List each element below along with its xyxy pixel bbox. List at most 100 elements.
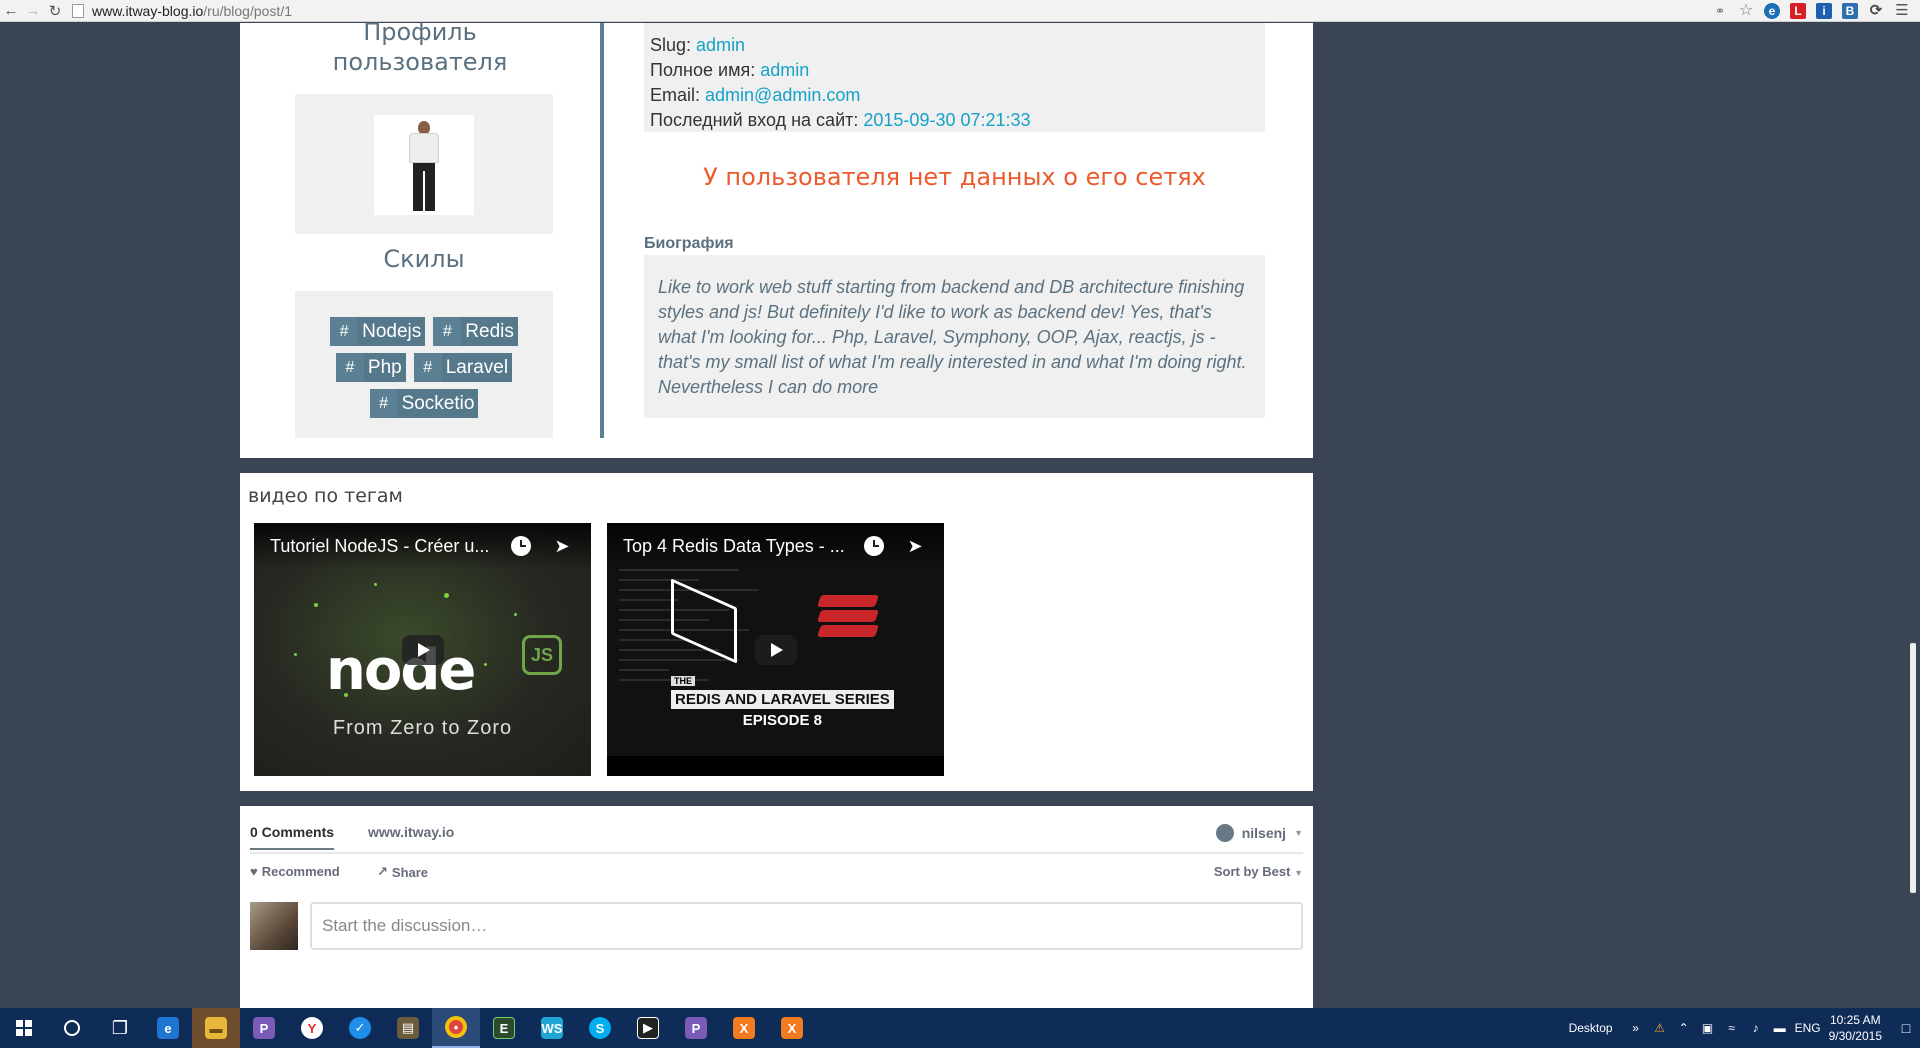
user-name: nilsenj xyxy=(1241,825,1287,841)
play-button[interactable] xyxy=(401,634,444,665)
system-tray: Desktop » ⚠ ⌃ ▣ ≈ ♪ ▬ ENG 10:25 AM 9/30/… xyxy=(1569,1008,1920,1048)
vk-extension-icon[interactable]: B xyxy=(1842,2,1858,19)
tag-laravel[interactable]: # Laravel xyxy=(413,353,513,382)
chrome-browser-icon[interactable]: • xyxy=(432,1008,480,1048)
video-title[interactable]: Top 4 Redis Data Types - ... xyxy=(623,536,864,557)
no-networks-message: У пользователя нет данных о его сетях xyxy=(703,163,1206,191)
back-arrow-icon[interactable]: ← xyxy=(0,1,22,21)
wifi-icon[interactable]: ≈ xyxy=(1723,1021,1741,1035)
tag-hash: # xyxy=(442,322,452,340)
page-scrollbar[interactable] xyxy=(1906,23,1920,1008)
series-title: REDIS AND LARAVEL SERIES xyxy=(671,690,894,709)
share-box-icon: ↗ xyxy=(377,864,388,879)
lastpass-extension-icon[interactable]: L xyxy=(1790,2,1806,19)
phpstorm-icon[interactable]: P xyxy=(240,1008,288,1048)
media-app-icon[interactable]: ▶ xyxy=(624,1008,672,1048)
browser-toolbar: ← → ↻ www.itway-blog.io /ru/blog/post/1 … xyxy=(0,0,1920,22)
watch-later-icon[interactable] xyxy=(511,536,531,556)
tag-nodejs[interactable]: # Nodejs xyxy=(330,317,426,346)
play-button[interactable] xyxy=(754,634,797,665)
recommend-button[interactable]: ♥ Recommend xyxy=(250,864,340,879)
tag-label: Php xyxy=(363,353,406,382)
user-menu[interactable]: nilsenj ▼ xyxy=(1215,824,1303,842)
series-the: THE xyxy=(671,676,695,686)
reload-icon[interactable]: ↻ xyxy=(44,1,66,21)
biography-text: Like to work web stuff starting from bac… xyxy=(644,255,1265,418)
sync-extension-icon[interactable]: ⟳ xyxy=(1868,2,1884,19)
chevron-right-icon[interactable]: » xyxy=(1627,1021,1645,1035)
email-value[interactable]: admin@admin.com xyxy=(705,85,860,105)
battery-icon[interactable]: ▣ xyxy=(1699,1021,1717,1035)
language-indicator[interactable]: ENG xyxy=(1795,1021,1821,1035)
webstorm-icon[interactable]: WS xyxy=(528,1008,576,1048)
clock-time: 10:25 AM xyxy=(1829,1013,1881,1027)
avatar xyxy=(374,115,474,215)
recommend-label: Recommend xyxy=(261,864,340,879)
clock[interactable]: 10:25 AM 9/30/2015 xyxy=(1829,1012,1882,1044)
xampp-2-icon[interactable]: X xyxy=(768,1008,816,1048)
series-label: THE REDIS AND LARAVEL SERIES EPISODE 8 xyxy=(671,671,894,729)
comment-input[interactable]: Start the discussion… xyxy=(310,902,1303,950)
comment-actions: ♥ Recommend ↗ Share Sort by Best ▼ xyxy=(250,864,1303,884)
last-login-row: Последний вход на сайт: 2015-09-30 07:21… xyxy=(650,108,1265,133)
bookmark-star-icon[interactable]: ☆ xyxy=(1738,2,1754,19)
skills-title: Скилы xyxy=(383,245,465,273)
notifications-icon[interactable]: □ xyxy=(1892,1008,1920,1048)
video-player-nodejs[interactable]: node JS From Zero to Zoro Tutoriel NodeJ… xyxy=(254,523,591,776)
tab-comments[interactable]: 0 Comments xyxy=(250,824,335,850)
last-login-label: Последний вход на сайт: xyxy=(650,110,859,130)
editor-app-icon[interactable]: E xyxy=(480,1008,528,1048)
tag-socketio[interactable]: # Socketio xyxy=(369,389,479,418)
slug-row: Slug: admin xyxy=(650,33,1265,58)
share-label: Share xyxy=(391,864,429,880)
tab-community[interactable]: www.itway.io xyxy=(368,824,454,840)
start-button[interactable] xyxy=(0,1008,48,1048)
tag-php[interactable]: # Php xyxy=(335,353,406,382)
edge-browser-icon[interactable]: e xyxy=(144,1008,192,1048)
info-extension-icon[interactable]: i xyxy=(1816,2,1832,19)
scroll-thumb[interactable] xyxy=(1910,643,1916,893)
chevron-down-icon: ▼ xyxy=(1294,828,1303,838)
js-logo: JS xyxy=(522,635,562,675)
fullname-label: Полное имя: xyxy=(650,60,756,80)
tag-hash: # xyxy=(379,394,389,412)
desktop-toolbar-label[interactable]: Desktop xyxy=(1569,1021,1613,1035)
sort-dropdown[interactable]: Sort by Best ▼ xyxy=(1214,864,1303,879)
video-title[interactable]: Tutoriel NodeJS - Créer u... xyxy=(270,536,511,557)
vertical-divider xyxy=(600,23,604,438)
node-logo: node xyxy=(326,638,476,703)
video-player-redis[interactable]: THE REDIS AND LARAVEL SERIES EPISODE 8 T… xyxy=(607,523,944,776)
comments-nav: 0 Comments www.itway.io nilsenj ▼ xyxy=(250,824,1303,854)
forward-arrow-icon[interactable]: → xyxy=(22,1,44,21)
series-episode: EPISODE 8 xyxy=(742,712,822,729)
profile-sidebar: Профиль пользователя Скилы # Nodejs # Redi… xyxy=(240,18,600,458)
profile-title: Профиль пользователя xyxy=(332,18,508,76)
tag-redis[interactable]: # Redis xyxy=(433,317,518,346)
tag-label: Socketio xyxy=(397,389,479,418)
terminal-app-icon[interactable]: ▤ xyxy=(384,1008,432,1048)
task-view-icon[interactable]: ❐ xyxy=(96,1008,144,1048)
cortana-search-icon[interactable] xyxy=(48,1008,96,1048)
skype-icon[interactable]: S xyxy=(576,1008,624,1048)
globe-extension-icon[interactable]: e xyxy=(1764,2,1780,19)
file-explorer-icon[interactable]: ▬ xyxy=(192,1008,240,1048)
person-image xyxy=(401,119,447,215)
app-circle-icon[interactable]: ✓ xyxy=(336,1008,384,1048)
tag-hash: # xyxy=(339,322,349,340)
share-icon[interactable]: ➤ xyxy=(902,533,928,559)
yandex-browser-icon[interactable]: Y xyxy=(288,1008,336,1048)
key-icon[interactable]: ⚭ xyxy=(1712,3,1728,19)
menu-icon[interactable]: ☰ xyxy=(1894,2,1910,19)
volume-icon[interactable]: ♪ xyxy=(1747,1021,1765,1035)
share-icon[interactable]: ➤ xyxy=(549,533,575,559)
slug-value[interactable]: admin xyxy=(696,35,745,55)
xampp-icon[interactable]: X xyxy=(720,1008,768,1048)
fullname-value[interactable]: admin xyxy=(760,60,809,80)
watch-later-icon[interactable] xyxy=(864,536,884,556)
last-login-value: 2015-09-30 07:21:33 xyxy=(863,110,1031,130)
warning-icon[interactable]: ⚠ xyxy=(1651,1021,1669,1035)
action-center-small-icon[interactable]: ▬ xyxy=(1771,1021,1789,1035)
phpstorm-2-icon[interactable]: P xyxy=(672,1008,720,1048)
chevron-up-icon[interactable]: ⌃ xyxy=(1675,1021,1693,1035)
share-button[interactable]: ↗ Share xyxy=(377,864,428,880)
